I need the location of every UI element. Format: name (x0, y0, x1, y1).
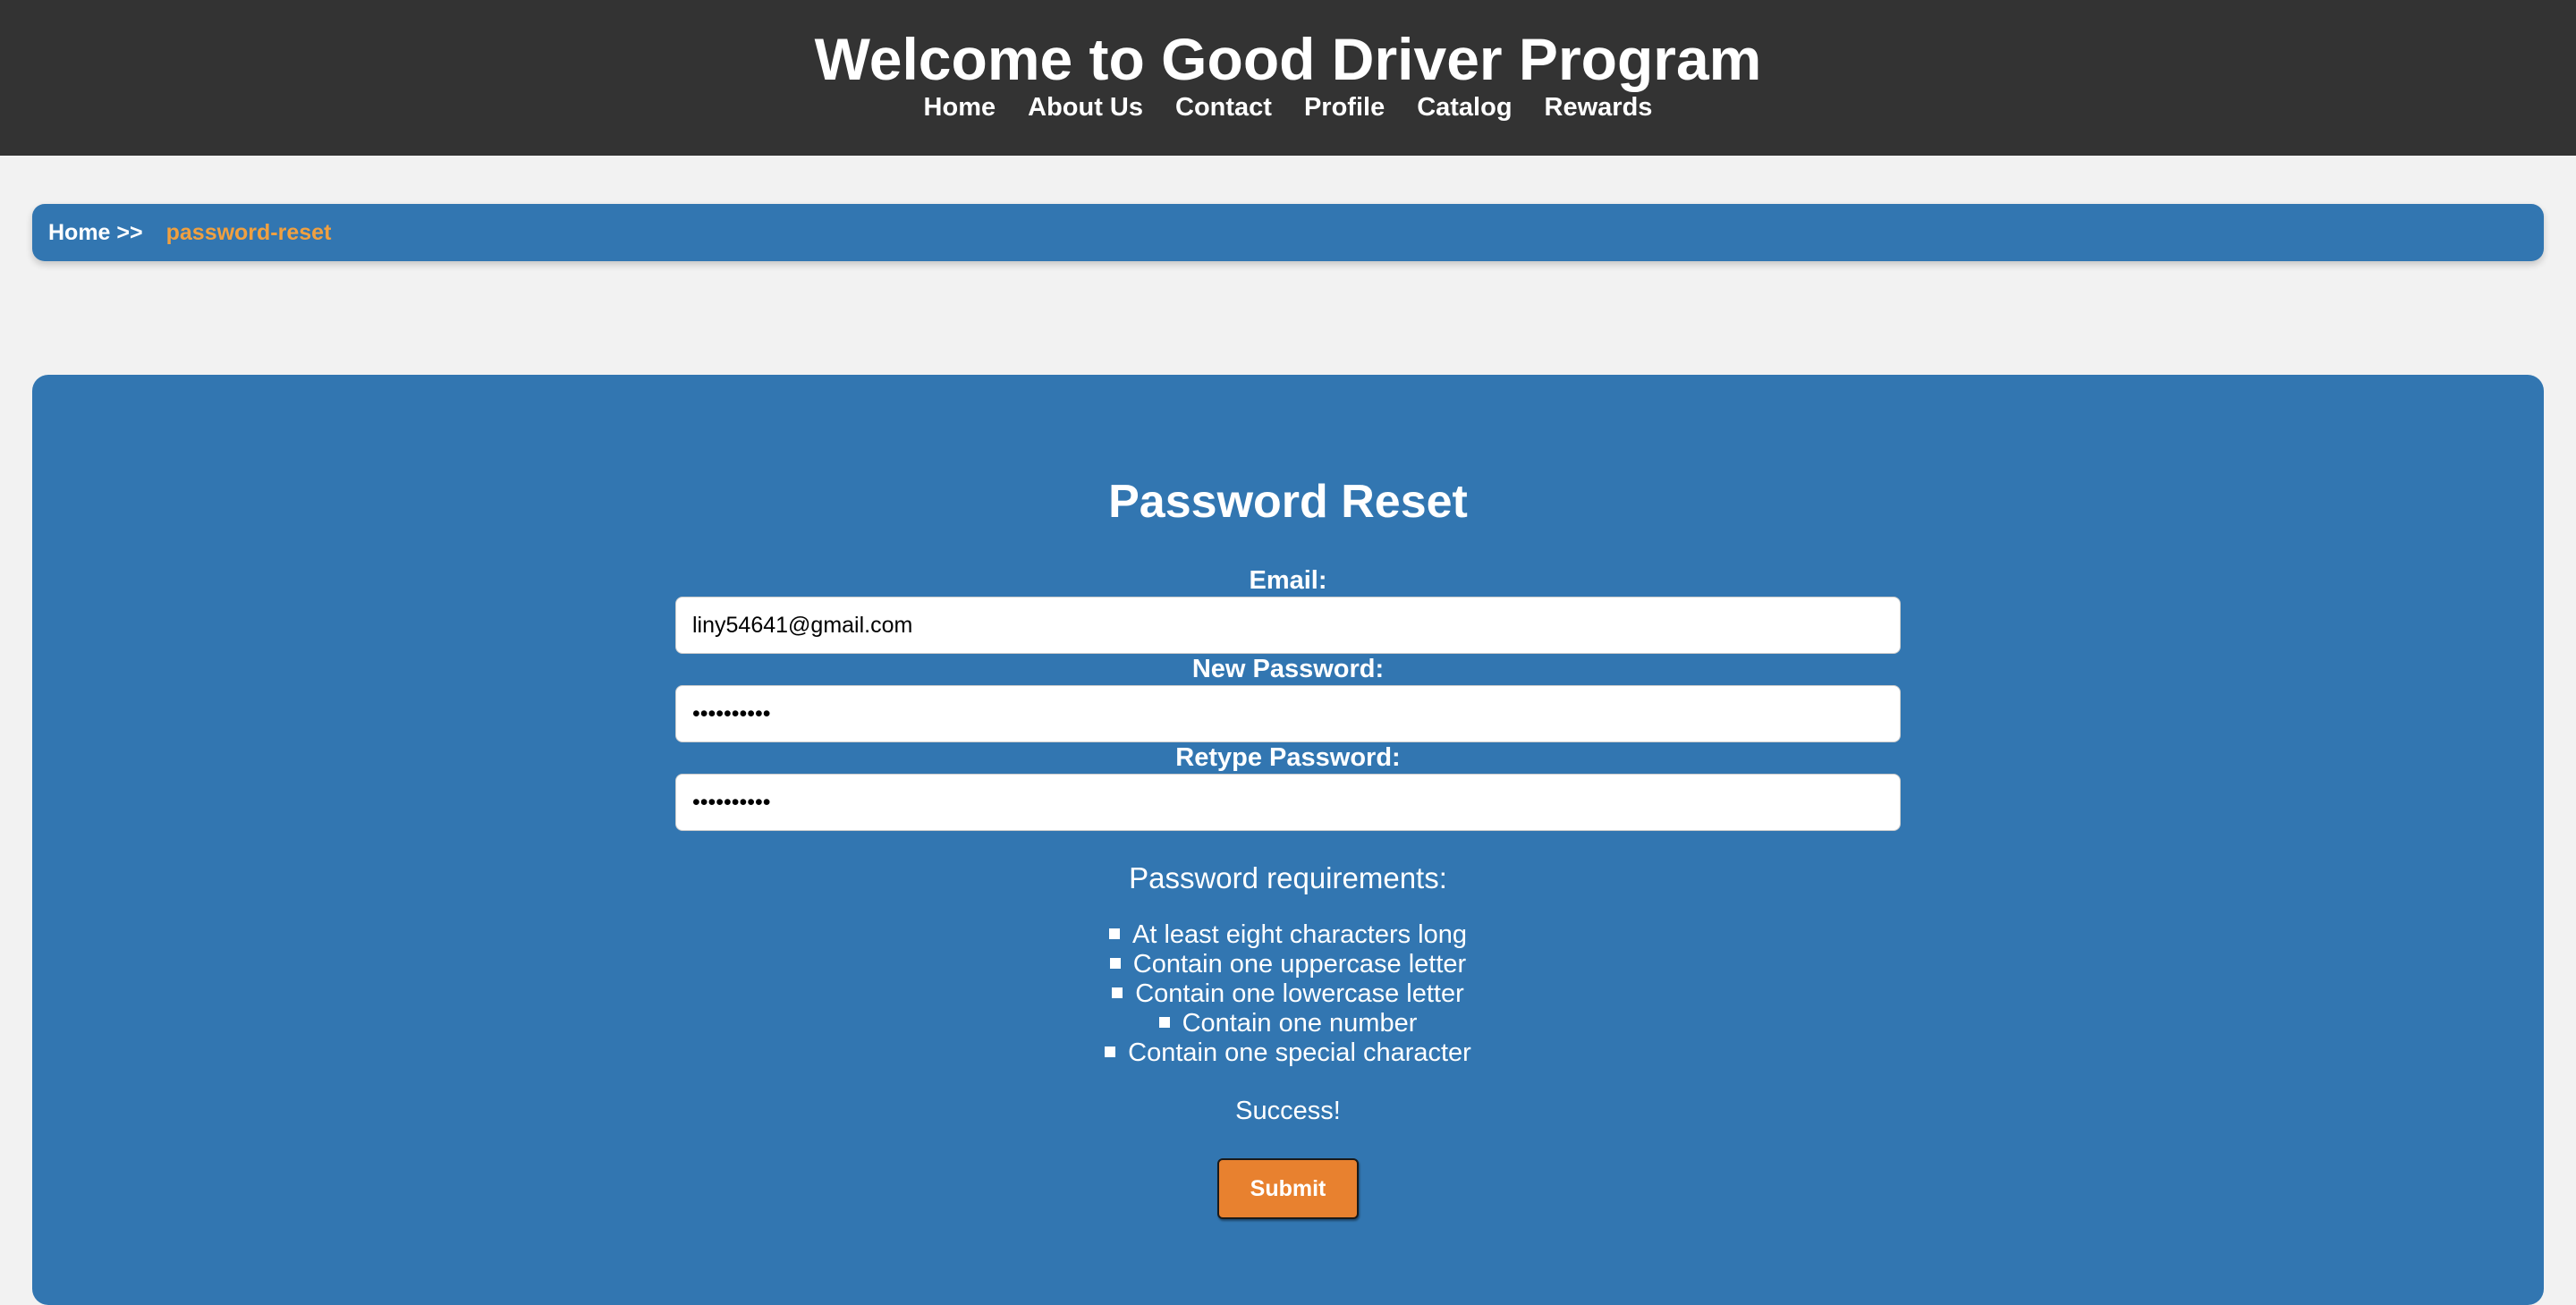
main-nav: Home About Us Contact Profile Catalog Re… (0, 91, 2576, 123)
requirement-text: Contain one special character (1128, 1038, 1471, 1067)
breadcrumb: Home >> password-reset (32, 204, 2544, 261)
submit-button[interactable]: Submit (1217, 1158, 1359, 1219)
status-message: Success! (1235, 1097, 1341, 1125)
retype-password-field[interactable] (675, 774, 1901, 831)
requirements-title: Password requirements: (1129, 861, 1447, 894)
nav-home[interactable]: Home (908, 91, 1013, 123)
nav-rewards[interactable]: Rewards (1529, 91, 1669, 123)
list-item: Contain one uppercase letter (32, 950, 2544, 979)
list-item: Contain one lowercase letter (32, 979, 2544, 1009)
requirements-list: At least eight characters long Contain o… (32, 920, 2544, 1068)
breadcrumb-current: password-reset (165, 219, 332, 245)
requirement-text: At least eight characters long (1132, 920, 1467, 949)
nav-contact[interactable]: Contact (1159, 91, 1288, 123)
square-bullet-icon (1105, 1047, 1116, 1058)
nav-profile[interactable]: Profile (1288, 91, 1401, 123)
list-item: Contain one special character (32, 1038, 2544, 1068)
requirement-text: Contain one number (1182, 1009, 1418, 1038)
requirement-text: Contain one uppercase letter (1132, 950, 1467, 979)
retype-password-label: Retype Password: (1175, 743, 1401, 772)
new-password-label: New Password: (1191, 655, 1385, 683)
new-password-field[interactable] (675, 685, 1901, 742)
top-header: Welcome to Good Driver Program Home Abou… (0, 0, 2576, 156)
square-bullet-icon (1109, 958, 1121, 970)
requirement-text: Contain one lowercase letter (1135, 979, 1464, 1008)
square-bullet-icon (1112, 987, 1123, 999)
form-title: Password Reset (1108, 476, 1468, 528)
breadcrumb-home-link[interactable]: Home >> (48, 220, 143, 246)
email-label: Email: (1249, 566, 1327, 595)
password-reset-panel: Password Reset Email: New Password: Rety… (32, 375, 2544, 1305)
square-bullet-icon (1158, 1017, 1170, 1029)
site-title: Welcome to Good Driver Program (814, 26, 1762, 92)
nav-about-us[interactable]: About Us (1012, 91, 1159, 123)
email-field[interactable] (675, 597, 1901, 654)
nav-catalog[interactable]: Catalog (1401, 91, 1528, 123)
list-item: At least eight characters long (32, 920, 2544, 950)
list-item: Contain one number (32, 1009, 2544, 1038)
square-bullet-icon (1109, 928, 1120, 940)
